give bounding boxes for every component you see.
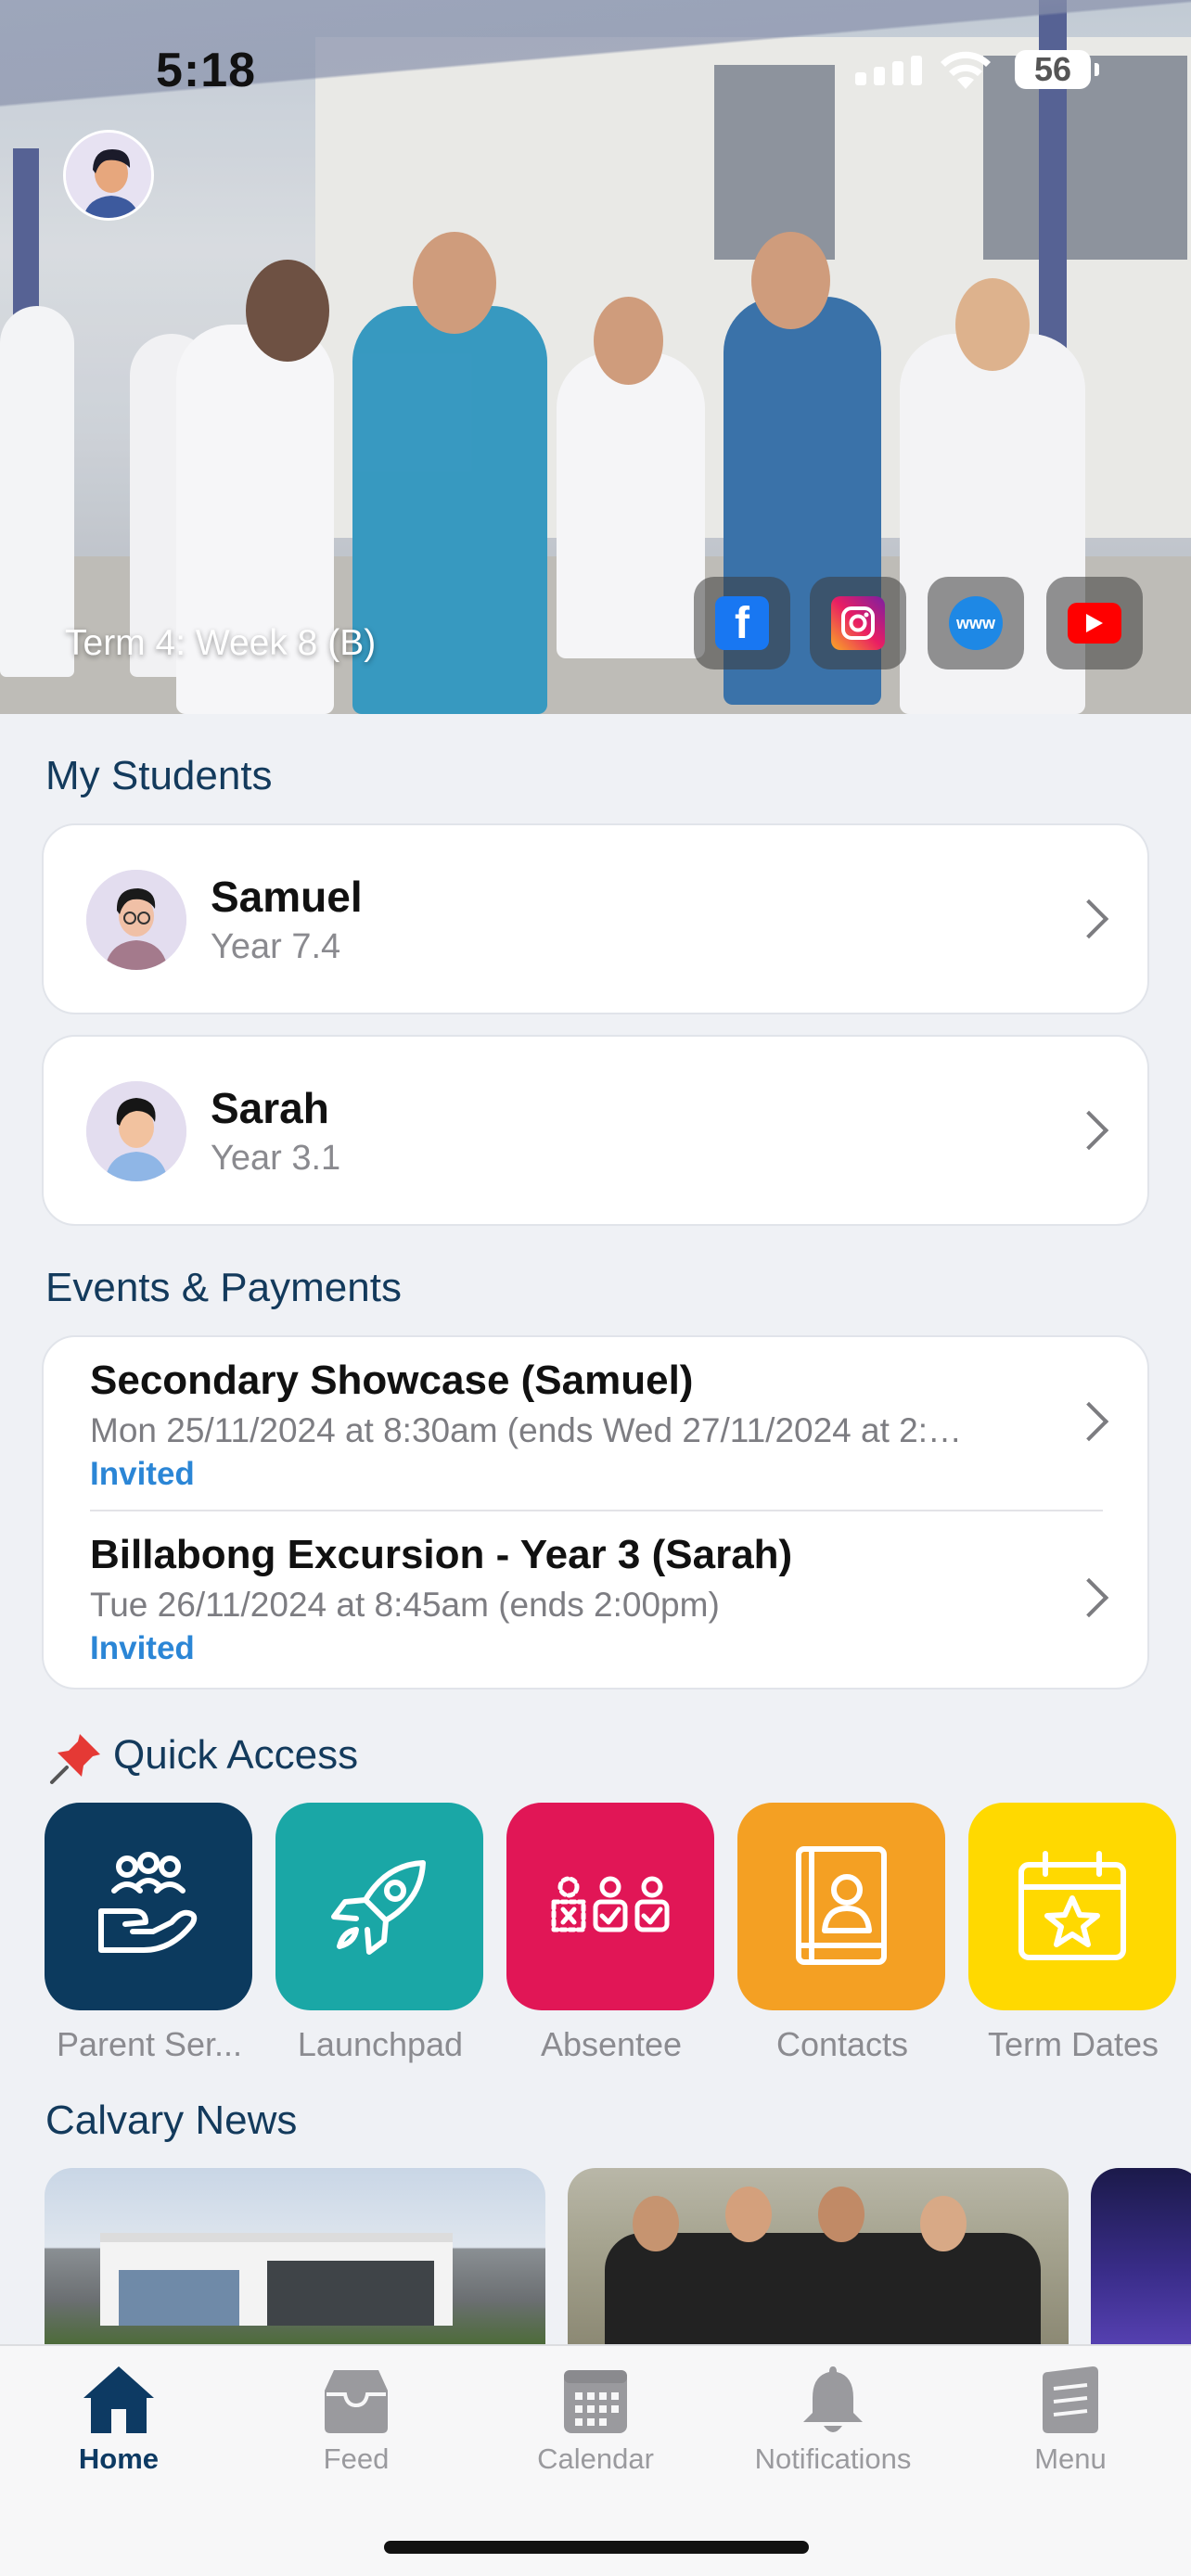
- event-item[interactable]: Secondary Showcase (Samuel) Mon 25/11/20…: [90, 1358, 1082, 1493]
- news-image: [1091, 2168, 1191, 2344]
- instagram-icon: [831, 596, 885, 650]
- instagram-button[interactable]: [810, 577, 906, 670]
- inbox-icon: [325, 2370, 388, 2433]
- student-name: Sarah: [211, 1084, 329, 1132]
- absentee-icon: [506, 1803, 714, 2010]
- cellular-signal-icon: [855, 56, 922, 85]
- facebook-icon: f: [715, 596, 769, 650]
- tab-calendar[interactable]: Calendar: [493, 2363, 698, 2476]
- student-name: Samuel: [211, 873, 363, 921]
- home-icon: [83, 2366, 154, 2433]
- tab-label: Notifications: [754, 2442, 912, 2475]
- chevron-right-icon: [1069, 899, 1109, 939]
- battery-indicator: 56: [1015, 50, 1099, 89]
- tab-label: Home: [78, 2442, 160, 2475]
- parent-services-icon: [45, 1803, 252, 2010]
- divider: [90, 1510, 1103, 1511]
- calendar-star-icon: [968, 1803, 1176, 2010]
- status-time: 5:18: [156, 44, 257, 97]
- student-avatar: [86, 1081, 186, 1181]
- events-card: Secondary Showcase (Samuel) Mon 25/11/20…: [42, 1335, 1149, 1690]
- quick-access-parent-services[interactable]: Parent Ser...: [45, 1803, 254, 2064]
- wifi-icon: [941, 51, 991, 89]
- tab-label: Menu: [1034, 2442, 1107, 2475]
- quick-access-label: Launchpad: [297, 2025, 464, 2063]
- quick-access-contacts[interactable]: Contacts: [737, 1803, 947, 2064]
- event-title: Secondary Showcase (Samuel): [90, 1358, 694, 1403]
- calvary-news-heading: Calvary News: [45, 2098, 298, 2143]
- tab-label: Feed: [323, 2442, 390, 2475]
- quick-access-label: Contacts: [775, 2025, 909, 2063]
- menu-icon: [1043, 2366, 1098, 2433]
- tab-label: Calendar: [537, 2442, 654, 2475]
- youtube-icon: [1068, 603, 1121, 644]
- tab-notifications[interactable]: Notifications: [731, 2363, 935, 2476]
- event-date: Mon 25/11/2024 at 8:30am (ends Wed 27/11…: [90, 1411, 963, 1449]
- event-item[interactable]: Billabong Excursion - Year 3 (Sarah) Tue…: [90, 1532, 1082, 1667]
- event-title: Billabong Excursion - Year 3 (Sarah): [90, 1532, 793, 1577]
- quick-access-label: Parent Ser...: [56, 2025, 243, 2063]
- quick-access-launchpad[interactable]: Launchpad: [275, 1803, 485, 2064]
- youtube-button[interactable]: [1046, 577, 1143, 670]
- quick-access-label: Absentee: [540, 2025, 683, 2063]
- quick-access-label: Term Dates: [987, 2025, 1159, 2063]
- quick-access-term-dates[interactable]: Term Dates: [968, 1803, 1178, 2064]
- event-date: Tue 26/11/2024 at 8:45am (ends 2:00pm): [90, 1586, 720, 1624]
- news-card[interactable]: [45, 2168, 545, 2344]
- globe-www-icon: www: [949, 596, 1003, 650]
- calendar-icon: [564, 2370, 627, 2433]
- news-card[interactable]: [568, 2168, 1069, 2344]
- profile-avatar[interactable]: [63, 130, 154, 221]
- term-week-label: Term 4: Week 8 (B): [65, 623, 377, 663]
- student-avatar: [86, 870, 186, 970]
- hero-banner: 5:18 56 Term 4: Week 8 (B) f www: [0, 0, 1191, 714]
- quick-access-heading: Quick Access: [113, 1732, 359, 1778]
- tab-home[interactable]: Home: [17, 2363, 221, 2476]
- event-status: Invited: [90, 1630, 195, 1666]
- quick-access-absentee[interactable]: Absentee: [506, 1803, 716, 2064]
- news-card[interactable]: [1091, 2168, 1191, 2344]
- student-card-sarah[interactable]: Sarah Year 3.1: [42, 1035, 1149, 1226]
- rocket-icon: [275, 1803, 483, 2010]
- website-button[interactable]: www: [928, 577, 1024, 670]
- my-students-heading: My Students: [45, 753, 273, 798]
- event-status: Invited: [90, 1456, 195, 1492]
- home-indicator[interactable]: [384, 2541, 809, 2554]
- pushpin-icon: [48, 1730, 104, 1786]
- bell-icon: [803, 2366, 863, 2432]
- tab-menu[interactable]: Menu: [968, 2363, 1172, 2476]
- facebook-button[interactable]: f: [694, 577, 790, 670]
- tab-feed[interactable]: Feed: [254, 2363, 458, 2476]
- events-payments-heading: Events & Payments: [45, 1265, 402, 1310]
- student-card-samuel[interactable]: Samuel Year 7.4: [42, 823, 1149, 1014]
- contact-book-icon: [737, 1803, 945, 2010]
- student-year: Year 3.1: [211, 1139, 341, 1178]
- student-year: Year 7.4: [211, 927, 341, 966]
- chevron-right-icon: [1069, 1110, 1109, 1151]
